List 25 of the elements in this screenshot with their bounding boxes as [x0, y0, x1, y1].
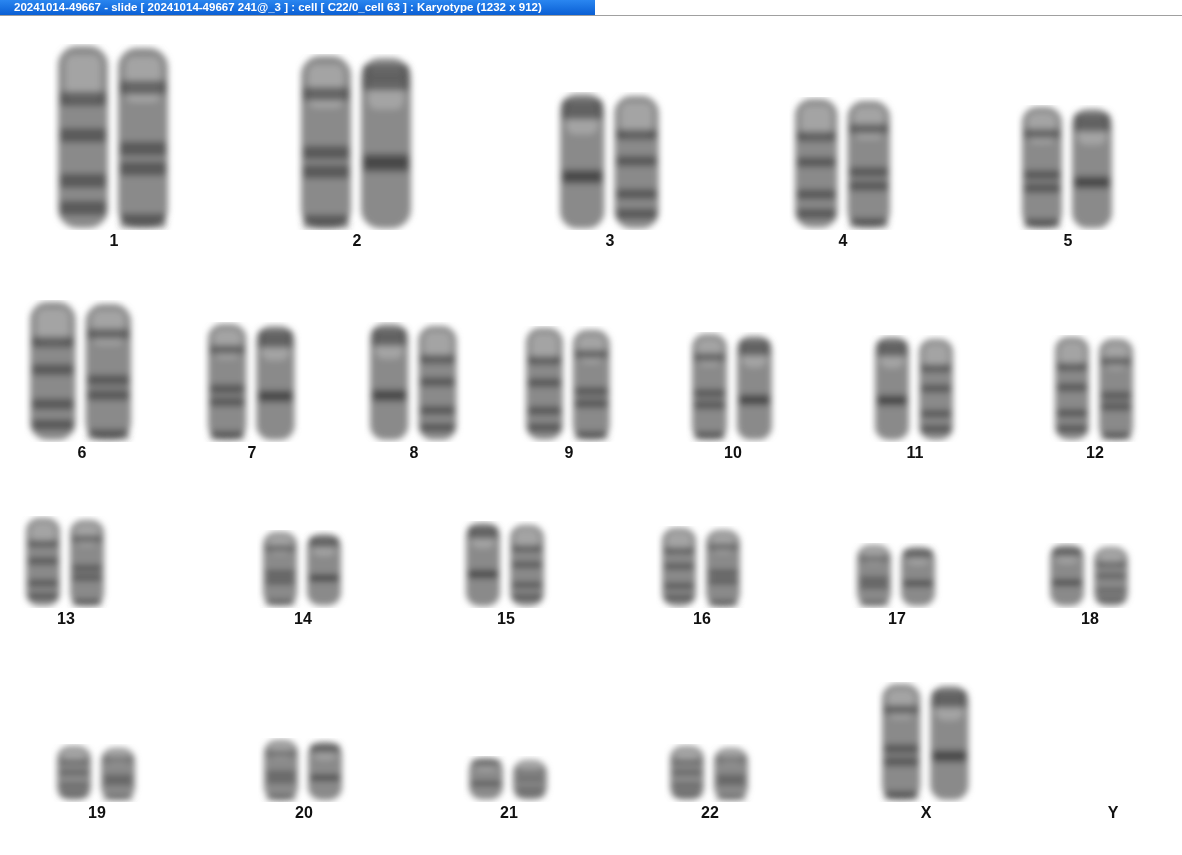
chromosome-number: X: [920, 804, 932, 822]
chromosome-number: 10: [724, 444, 742, 462]
chromosome-number: 5: [1063, 232, 1073, 250]
chromosome-number: 1: [109, 232, 119, 250]
chromosome-number: 13: [57, 610, 75, 628]
chromosome-number: 15: [497, 610, 515, 628]
chromosome-number: 21: [500, 804, 518, 822]
chromosome-number: 2: [352, 232, 362, 250]
chromosome-number: 4: [838, 232, 848, 250]
chromosome-number: 17: [888, 610, 906, 628]
chromosome-number: 14: [294, 610, 312, 628]
chromosome-number: 20: [295, 804, 313, 822]
chromosome-number: 18: [1081, 610, 1099, 628]
chromosome-number: 22: [701, 804, 719, 822]
chromosome-number: 7: [247, 444, 257, 462]
chromosome-number: 9: [564, 444, 574, 462]
chromosome-number: 16: [693, 610, 711, 628]
chromosome-number: 8: [409, 444, 419, 462]
chromosome-number: 6: [77, 444, 87, 462]
chromosome-number: 11: [906, 444, 924, 462]
chromosome-number: 12: [1086, 444, 1104, 462]
chromosome-number: Y: [1107, 804, 1119, 822]
chromosome-number: 3: [605, 232, 615, 250]
chromosome-number: 19: [88, 804, 106, 822]
window-title: 20241014-49667 - slide [ 20241014-49667 241@_3 ] : cell [ C22/0_cell 63 ] : Karyotype (1232 x 912): [0, 0, 595, 15]
